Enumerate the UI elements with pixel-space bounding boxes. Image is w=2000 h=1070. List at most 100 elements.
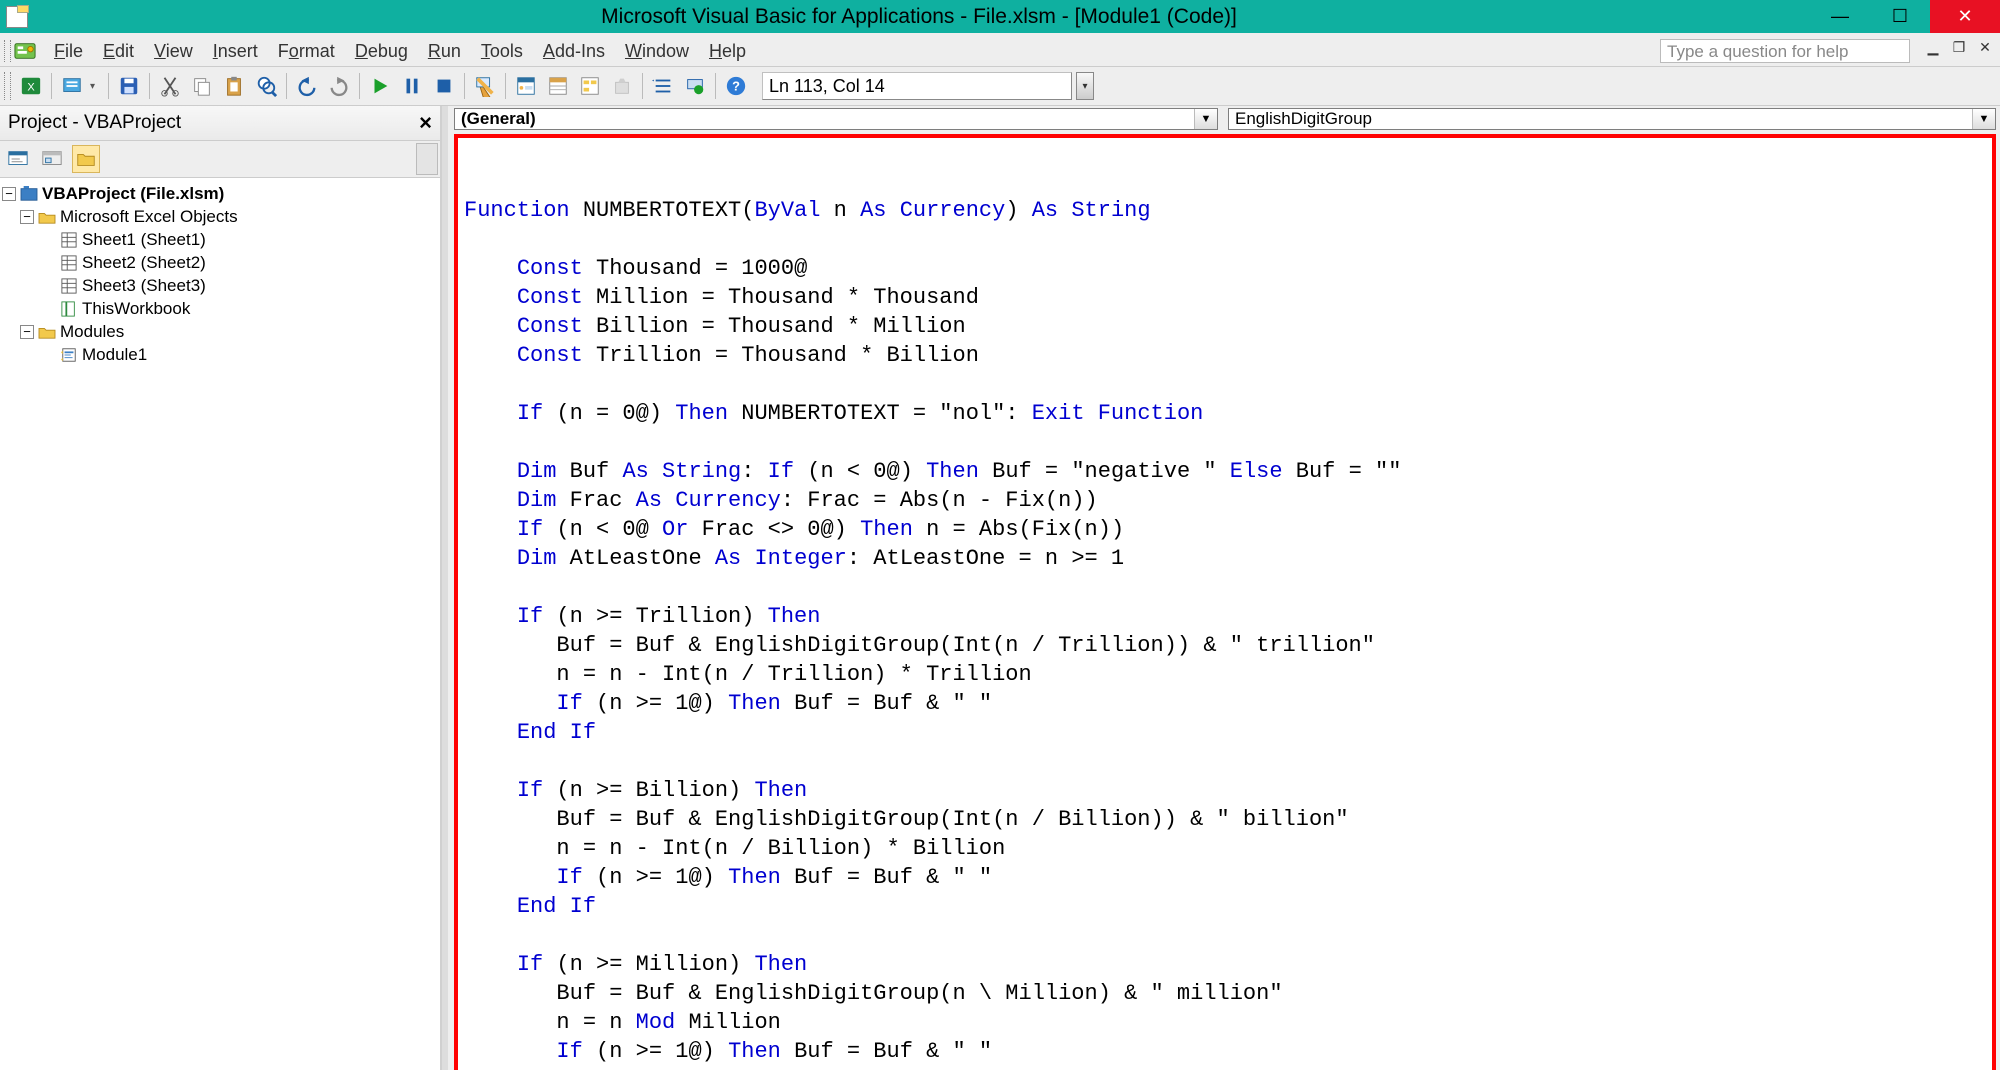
insert-dropdown-arrow-icon[interactable]: ▾	[90, 81, 102, 92]
object-dropdown-label: (General)	[461, 109, 536, 129]
copy-button[interactable]	[188, 72, 216, 100]
collapse-icon[interactable]: −	[2, 187, 16, 201]
tree-item-sheet1-label: Sheet1 (Sheet1)	[82, 228, 206, 251]
view-excel-button[interactable]: X	[17, 72, 45, 100]
menu-view[interactable]: View	[144, 39, 203, 64]
menu-edit[interactable]: Edit	[93, 39, 144, 64]
menu-tools[interactable]: Tools	[471, 39, 533, 64]
svg-text:?: ?	[732, 79, 740, 94]
design-mode-button[interactable]	[471, 72, 499, 100]
project-icon	[20, 186, 38, 202]
undo-button[interactable]	[293, 72, 321, 100]
cursor-location-label: Ln 113, Col 14	[769, 76, 885, 97]
code-editor[interactable]: Function NUMBERTOTEXT(ByVal n As Currenc…	[454, 134, 1996, 1070]
menubar-grip[interactable]	[4, 40, 11, 62]
project-scrollbar[interactable]	[416, 143, 438, 175]
help-search-input[interactable]: Type a question for help	[1660, 39, 1910, 63]
dropdown-arrow-icon: ▼	[1194, 109, 1217, 129]
app-icon	[6, 6, 28, 28]
menu-insert[interactable]: Insert	[203, 39, 268, 64]
help-button[interactable]: ?	[722, 72, 750, 100]
tree-folder-objects[interactable]: − Microsoft Excel Objects	[2, 205, 438, 228]
toolbar: X ▾	[0, 67, 2000, 106]
location-dropdown-arrow-icon[interactable]: ▾	[1076, 72, 1094, 100]
bookmarks-button[interactable]	[681, 72, 709, 100]
app-title: Microsoft Visual Basic for Applications …	[28, 5, 1810, 29]
project-explorer-button[interactable]	[512, 72, 540, 100]
svg-text:X: X	[27, 82, 35, 94]
minimize-button[interactable]: —	[1810, 0, 1870, 33]
menu-file[interactable]: File	[44, 39, 93, 64]
collapse-icon[interactable]: −	[20, 210, 34, 224]
menu-window[interactable]: Window	[615, 39, 699, 64]
workbook-icon	[60, 301, 78, 317]
project-tree[interactable]: − VBAProject (File.xlsm) − Microsoft Exc…	[0, 178, 440, 1070]
tree-folder-objects-label: Microsoft Excel Objects	[60, 205, 238, 228]
toolbar-grip[interactable]	[4, 72, 11, 100]
sheet-icon	[60, 255, 78, 271]
menu-format[interactable]: Format	[268, 39, 345, 64]
object-dropdown[interactable]: (General) ▼	[454, 108, 1218, 130]
tree-item-sheet3-label: Sheet3 (Sheet3)	[82, 274, 206, 297]
tree-item-module1[interactable]: Module1	[22, 343, 438, 366]
save-button[interactable]	[115, 72, 143, 100]
insert-module-button[interactable]	[58, 72, 86, 100]
toggle-folders-button[interactable]	[72, 145, 100, 173]
view-object-button[interactable]	[38, 145, 66, 173]
menu-run[interactable]: Run	[418, 39, 471, 64]
window-controls: — ☐ ✕	[1810, 0, 2000, 33]
cursor-location-box[interactable]: Ln 113, Col 14	[762, 72, 1072, 100]
project-header: Project - VBAProject ×	[0, 106, 440, 141]
mdi-close-button[interactable]: ✕	[1976, 39, 1994, 56]
titlebar: Microsoft Visual Basic for Applications …	[0, 0, 2000, 33]
tree-item-sheet2[interactable]: Sheet2 (Sheet2)	[22, 251, 438, 274]
tab-order-button[interactable]	[649, 72, 677, 100]
project-header-title: Project - VBAProject	[8, 112, 181, 134]
reset-button[interactable]	[430, 72, 458, 100]
vba-icon	[14, 40, 36, 62]
procedure-dropdown[interactable]: EnglishDigitGroup ▼	[1228, 108, 1996, 130]
close-button[interactable]: ✕	[1930, 0, 2000, 33]
code-top-bar: (General) ▼ EnglishDigitGroup ▼	[448, 106, 2000, 132]
tree-item-thisworkbook-label: ThisWorkbook	[82, 297, 190, 320]
object-browser-button[interactable]	[576, 72, 604, 100]
sheet-icon	[60, 278, 78, 294]
tree-folder-modules-label: Modules	[60, 320, 124, 343]
menu-help[interactable]: Help	[699, 39, 756, 64]
procedure-dropdown-label: EnglishDigitGroup	[1235, 109, 1372, 129]
menu-debug[interactable]: Debug	[345, 39, 418, 64]
tree-folder-modules[interactable]: − Modules	[2, 320, 438, 343]
code-pane: (General) ▼ EnglishDigitGroup ▼ Function…	[448, 106, 2000, 1070]
view-code-button[interactable]	[4, 145, 32, 173]
mdi-restore-button[interactable]: ❐	[1950, 39, 1968, 56]
tree-root-label: VBAProject (File.xlsm)	[42, 182, 224, 205]
project-toolbar	[0, 141, 440, 178]
menu-addins[interactable]: Add-Ins	[533, 39, 615, 64]
tree-item-sheet3[interactable]: Sheet3 (Sheet3)	[22, 274, 438, 297]
folder-icon	[38, 209, 56, 225]
paste-button[interactable]	[220, 72, 248, 100]
dropdown-arrow-icon: ▼	[1972, 109, 1995, 129]
sheet-icon	[60, 232, 78, 248]
tree-item-sheet2-label: Sheet2 (Sheet2)	[82, 251, 206, 274]
main-area: Project - VBAProject × − VBAProject (Fil…	[0, 106, 2000, 1070]
folder-icon	[38, 324, 56, 340]
properties-window-button[interactable]	[544, 72, 572, 100]
project-explorer-pane: Project - VBAProject × − VBAProject (Fil…	[0, 106, 442, 1070]
cut-button[interactable]	[156, 72, 184, 100]
tree-item-module1-label: Module1	[82, 343, 147, 366]
break-button[interactable]	[398, 72, 426, 100]
collapse-icon[interactable]: −	[20, 325, 34, 339]
menubar: File Edit View Insert Format Debug Run T…	[0, 33, 2000, 67]
find-button[interactable]	[252, 72, 280, 100]
maximize-button[interactable]: ☐	[1870, 0, 1930, 33]
tree-root[interactable]: − VBAProject (File.xlsm)	[2, 182, 438, 205]
redo-button[interactable]	[325, 72, 353, 100]
tree-item-thisworkbook[interactable]: ThisWorkbook	[22, 297, 438, 320]
toolbox-button	[608, 72, 636, 100]
project-close-button[interactable]: ×	[419, 110, 432, 136]
module-icon	[60, 347, 78, 363]
tree-item-sheet1[interactable]: Sheet1 (Sheet1)	[22, 228, 438, 251]
mdi-minimize-button[interactable]: ▁	[1924, 39, 1942, 56]
run-button[interactable]	[366, 72, 394, 100]
